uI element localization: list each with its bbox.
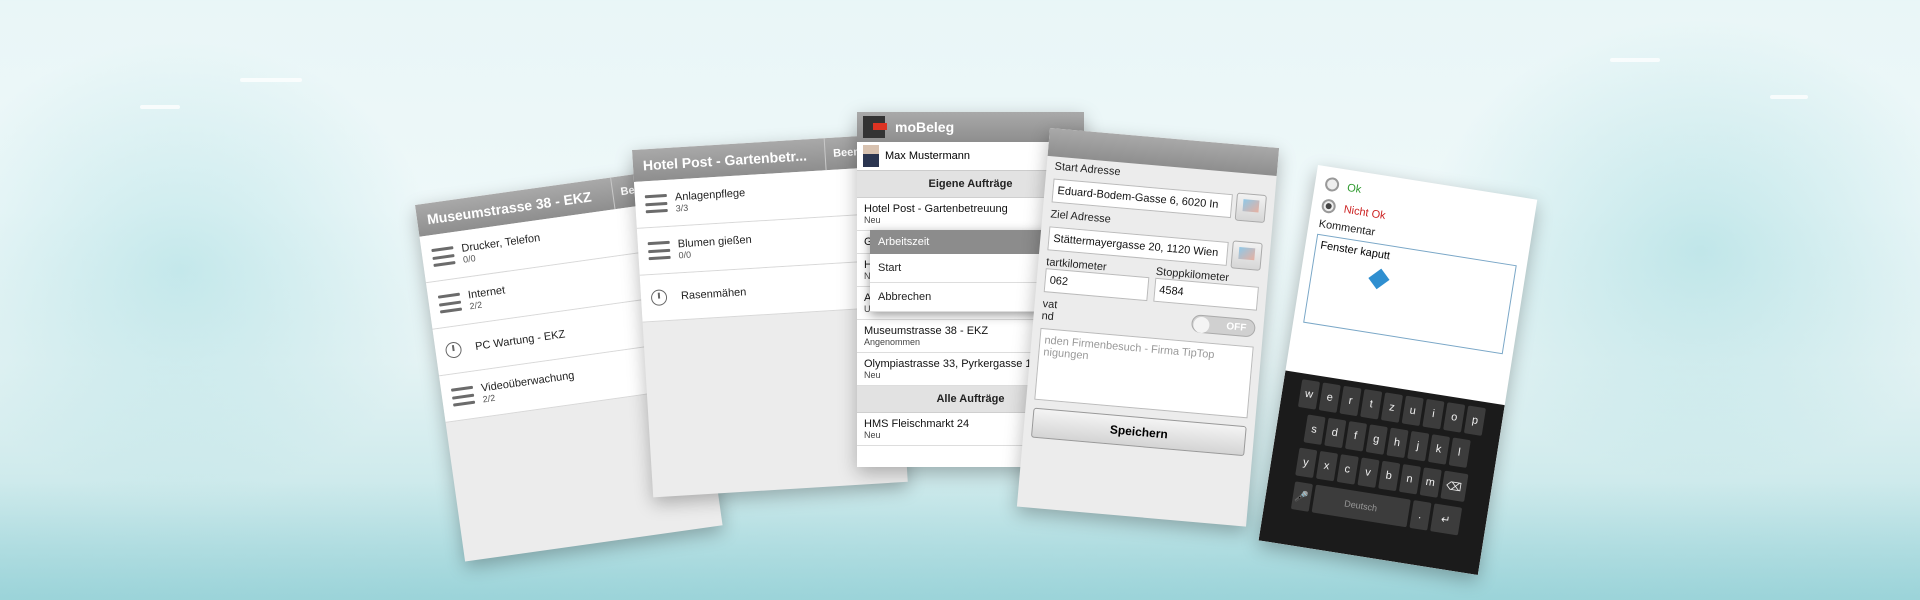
key-m[interactable]: m — [1419, 467, 1442, 498]
key-x[interactable]: x — [1315, 450, 1338, 482]
ok-label: Ok — [1346, 181, 1363, 196]
key-z[interactable]: z — [1380, 392, 1404, 423]
list-icon — [644, 193, 668, 214]
key-g[interactable]: g — [1365, 424, 1388, 455]
backspace-key[interactable]: ⌫ — [1439, 470, 1468, 502]
screen-trip-log: Start Adresse Eduard-Bodem-Gasse 6, 6020… — [1016, 128, 1280, 527]
key-s[interactable]: s — [1302, 414, 1326, 445]
key-y[interactable]: y — [1294, 447, 1317, 478]
key-d[interactable]: d — [1323, 417, 1346, 449]
key-r[interactable]: r — [1339, 385, 1362, 417]
private-toggle[interactable]: OFF — [1190, 314, 1257, 338]
screen-inspection: Ok Nicht Ok Kommentar Fenster kaputt wer… — [1258, 165, 1538, 576]
map-icon — [1242, 199, 1260, 213]
list-icon — [450, 385, 476, 407]
key-l[interactable]: l — [1448, 437, 1471, 468]
key-j[interactable]: j — [1406, 430, 1429, 462]
key-n[interactable]: n — [1398, 463, 1421, 495]
screen-title: Hotel Post - Gartenbetr... — [642, 147, 808, 174]
app-logo-icon — [863, 116, 887, 138]
list-icon — [437, 292, 463, 314]
comment-text: Fenster kaputt — [1319, 239, 1391, 263]
period-key[interactable]: . — [1408, 500, 1432, 531]
key-e[interactable]: e — [1318, 382, 1341, 413]
item-label: PC Wartung - EKZ — [474, 328, 566, 353]
key-f[interactable]: f — [1344, 420, 1367, 452]
key-p[interactable]: p — [1463, 405, 1487, 436]
key-k[interactable]: k — [1427, 434, 1450, 465]
key-h[interactable]: h — [1385, 427, 1409, 459]
item-label: Rasenmähen — [680, 286, 747, 303]
text-cursor-icon — [1368, 268, 1390, 290]
key-c[interactable]: c — [1336, 454, 1359, 485]
user-name: Max Mustermann — [885, 150, 970, 162]
list-icon — [647, 240, 671, 261]
list-icon — [431, 246, 456, 267]
key-w[interactable]: w — [1297, 379, 1321, 410]
map-button[interactable] — [1234, 192, 1267, 224]
note-field[interactable]: nden Firmenbesuch - Firma TipTop nigunge… — [1034, 327, 1254, 419]
keyboard: wertzuiop sdfghjkl y x c v b n m ⌫ 🎤 Deutsch . … — [1258, 370, 1505, 576]
clock-icon — [650, 288, 674, 307]
key-v[interactable]: v — [1356, 457, 1380, 488]
key-b[interactable]: b — [1377, 460, 1400, 492]
map-button[interactable] — [1230, 240, 1263, 271]
key-u[interactable]: u — [1401, 395, 1424, 427]
key-o[interactable]: o — [1443, 402, 1466, 433]
key-t[interactable]: t — [1360, 389, 1383, 420]
mic-key[interactable]: 🎤 — [1290, 481, 1313, 512]
avatar — [863, 145, 879, 167]
radio-not-ok[interactable] — [1320, 197, 1337, 214]
customer-label: nd — [1041, 310, 1055, 324]
key-i[interactable]: i — [1422, 398, 1445, 430]
not-ok-label: Nicht Ok — [1342, 203, 1387, 223]
map-icon — [1238, 246, 1256, 261]
enter-key[interactable]: ↵ — [1429, 503, 1462, 536]
clock-icon — [444, 339, 468, 360]
radio-ok[interactable] — [1324, 176, 1341, 193]
